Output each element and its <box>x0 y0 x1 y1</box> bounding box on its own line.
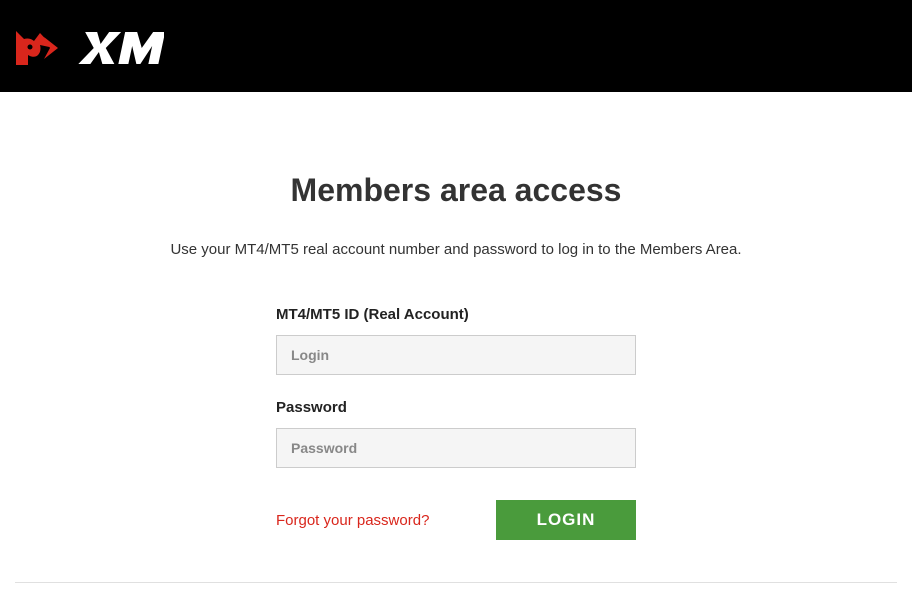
top-strip <box>0 0 912 8</box>
forgot-password-link[interactable]: Forgot your password? <box>276 512 429 529</box>
login-button[interactable]: LOGIN <box>496 500 636 540</box>
account-id-input[interactable] <box>276 335 636 375</box>
password-label: Password <box>276 399 636 416</box>
password-input[interactable] <box>276 428 636 468</box>
bull-arrow-icon <box>14 27 74 74</box>
page-subtitle: Use your MT4/MT5 real account number and… <box>170 241 741 258</box>
account-id-label: MT4/MT5 ID (Real Account) <box>276 306 636 323</box>
header <box>0 8 912 92</box>
form-footer: Forgot your password? LOGIN <box>276 500 636 540</box>
main-content: Members area access Use your MT4/MT5 rea… <box>0 92 912 583</box>
brand-text-icon <box>78 28 164 73</box>
brand-logo[interactable] <box>14 27 164 74</box>
divider <box>15 582 897 583</box>
page-title: Members area access <box>291 172 622 209</box>
login-form: MT4/MT5 ID (Real Account) Password Forgo… <box>276 306 636 540</box>
